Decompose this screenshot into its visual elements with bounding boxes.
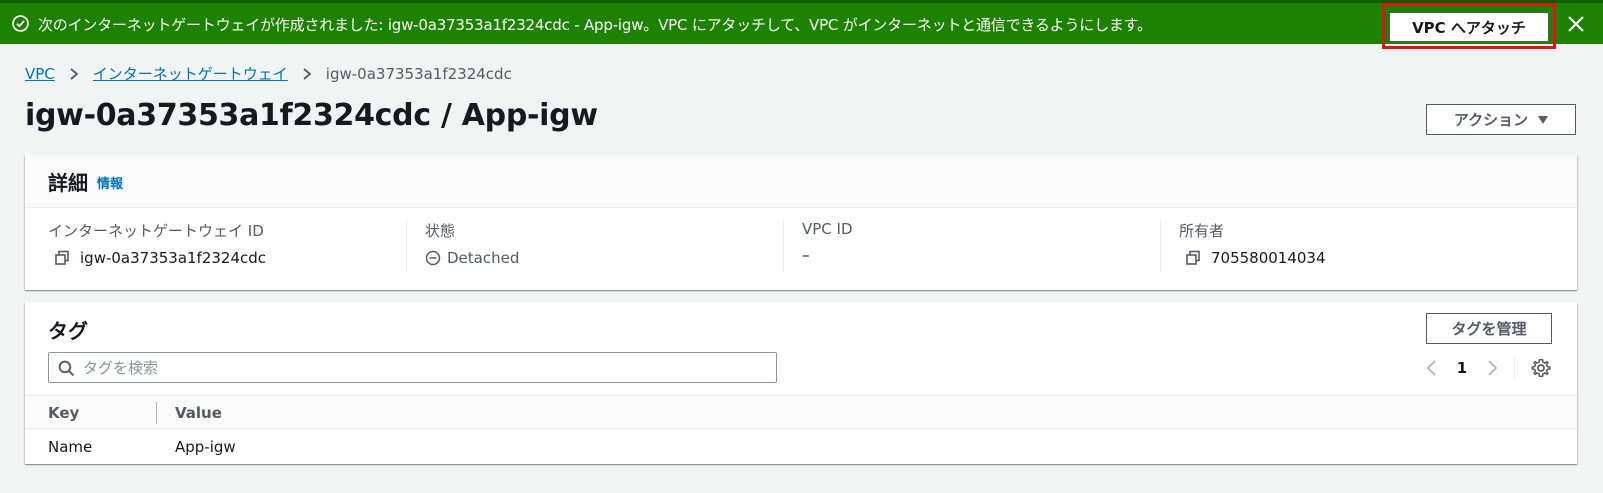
field-igw-id: インターネットゲートウェイ ID igw-0a37353a1f2324cdc (48, 220, 266, 272)
copy-icon[interactable] (54, 250, 70, 266)
field-value: 705580014034 (1211, 249, 1326, 267)
field-vpc-id: VPC ID – (783, 220, 853, 272)
column-header-key[interactable]: Key (48, 404, 79, 422)
breadcrumb-link-igw[interactable]: インターネットゲートウェイ (93, 63, 288, 84)
table-row: Name App-igw (25, 429, 1577, 463)
column-header-value[interactable]: Value (175, 404, 222, 422)
table-header: Key Value (25, 395, 1577, 429)
pager-divider (1514, 356, 1515, 380)
copy-icon[interactable] (1185, 250, 1201, 266)
flash-message: 次のインターネットゲートウェイが作成されました: igw-0a37353a1f2… (38, 16, 1152, 34)
field-label: 状態 (425, 222, 456, 240)
details-panel: 詳細 情報 インターネットゲートウェイ ID igw-0a37353a1f232… (25, 155, 1577, 290)
caret-down-icon (1538, 115, 1549, 124)
field-value: igw-0a37353a1f2324cdc (80, 249, 267, 267)
gear-icon[interactable] (1531, 358, 1551, 378)
field-label: インターネットゲートウェイ ID (48, 222, 264, 240)
breadcrumb-link-vpc[interactable]: VPC (25, 65, 55, 83)
field-label: 所有者 (1179, 222, 1225, 240)
actions-label: アクション (1453, 111, 1529, 129)
tags-panel: タグ タグを管理 1 Key Value Name App-igw (25, 302, 1577, 464)
chevron-right-icon (303, 67, 312, 80)
manage-tags-button[interactable]: タグを管理 (1426, 313, 1552, 344)
page-number[interactable]: 1 (1440, 359, 1484, 377)
status-value: Detached (447, 249, 520, 267)
tag-search (48, 352, 777, 383)
page-title: igw-0a37353a1f2324cdc / App-igw (25, 98, 598, 133)
details-heading: 詳細 (48, 171, 88, 195)
chevron-right-icon[interactable] (1484, 358, 1500, 378)
actions-dropdown-button[interactable]: アクション (1426, 104, 1576, 135)
field-value: – (802, 246, 810, 264)
tags-heading: タグ (48, 319, 88, 343)
column-resizer[interactable] (156, 402, 157, 424)
search-icon (58, 360, 75, 377)
close-icon[interactable] (1564, 12, 1588, 36)
attach-to-vpc-button[interactable]: VPC へアタッチ (1389, 12, 1549, 42)
field-state: 状態 Detached (406, 220, 519, 272)
success-flash-banner: 次のインターネットゲートウェイが作成されました: igw-0a37353a1f2… (0, 0, 1603, 49)
chevron-right-icon (70, 67, 79, 80)
details-header: 詳細 情報 (25, 155, 1577, 208)
minus-circle-icon (425, 250, 441, 266)
check-circle-icon (12, 15, 29, 32)
tag-value-cell: App-igw (175, 438, 236, 456)
chevron-left-icon[interactable] (1424, 358, 1440, 378)
attach-button-highlight: VPC へアタッチ (1382, 3, 1556, 49)
field-owner: 所有者 705580014034 (1160, 220, 1326, 272)
field-label: VPC ID (802, 220, 853, 238)
tag-key-cell: Name (48, 438, 93, 456)
info-link[interactable]: 情報 (97, 173, 123, 192)
pagination: 1 (1424, 356, 1551, 380)
breadcrumb: VPC インターネットゲートウェイ igw-0a37353a1f2324cdc (25, 63, 512, 84)
breadcrumb-current: igw-0a37353a1f2324cdc (325, 64, 512, 83)
tag-search-input[interactable] (83, 356, 763, 379)
